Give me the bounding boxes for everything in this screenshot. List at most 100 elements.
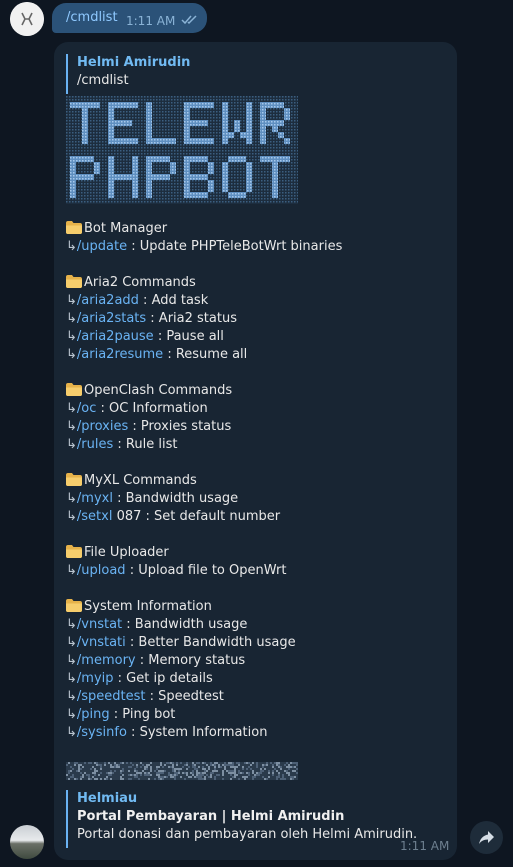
command-link[interactable]: /upload xyxy=(77,563,126,578)
banner-pixel xyxy=(70,192,76,198)
banner-pixel xyxy=(158,156,164,162)
folder-icon xyxy=(66,275,82,288)
outgoing-time: 1:11 AM xyxy=(126,14,176,28)
reply-quote[interactable]: Helmi Amirudin /cmdlist xyxy=(66,54,437,94)
banner-pixel xyxy=(76,174,82,180)
command-description: : Resume all xyxy=(163,347,248,362)
banner-pixel xyxy=(246,174,252,180)
section-header: System Information xyxy=(66,598,446,616)
return-arrow-icon: ↳ xyxy=(66,671,77,686)
banner-pixel xyxy=(190,174,196,180)
command-description: : Upload file to OpenWrt xyxy=(125,563,287,578)
banner-pixel xyxy=(82,102,88,108)
banner-pixel xyxy=(260,126,266,132)
banner-pixel xyxy=(146,120,152,126)
banner-pixel xyxy=(164,156,170,162)
banner-pixel xyxy=(246,132,252,138)
banner-pixel xyxy=(208,168,214,174)
banner-pixel xyxy=(202,156,208,162)
command-link[interactable]: /myip xyxy=(77,671,114,686)
link-preview-description: Portal donasi dan pembayaran oleh Helmi … xyxy=(77,827,418,842)
return-arrow-icon: ↳ xyxy=(66,653,77,668)
command-row: ↳/aria2resume : Resume all xyxy=(66,346,446,364)
command-description: : Ping bot xyxy=(109,707,176,722)
banner-pixel xyxy=(272,180,278,186)
command-link[interactable]: /aria2resume xyxy=(77,347,163,362)
command-link[interactable]: /update xyxy=(77,239,127,254)
command-link[interactable]: /aria2pause xyxy=(77,329,154,344)
return-arrow-icon: ↳ xyxy=(66,635,77,650)
command-link[interactable]: /oc xyxy=(77,401,96,416)
banner-pixel xyxy=(82,132,88,138)
banner-pixel xyxy=(146,102,152,108)
command-description: : Bandwidth usage xyxy=(122,617,248,632)
command-link[interactable]: /rules xyxy=(77,437,113,452)
banner-pixel xyxy=(94,162,100,168)
incoming-message[interactable]: Helmi Amirudin /cmdlist Bot Manager ↳/upd… xyxy=(54,42,457,860)
banner-pixel xyxy=(246,186,252,192)
banner-pixel xyxy=(146,192,152,198)
command-link[interactable]: /speedtest xyxy=(77,689,146,704)
command-row: ↳/ping : Ping bot xyxy=(66,706,446,724)
command-link[interactable]: /sysinfo xyxy=(77,725,127,740)
command-link[interactable]: /aria2stats xyxy=(77,311,146,326)
banner-pixel xyxy=(70,168,76,174)
command-description: : Better Bandwidth usage xyxy=(125,635,296,650)
banner-pixel xyxy=(222,132,228,138)
banner-pixel xyxy=(82,174,88,180)
banner-pixel xyxy=(196,192,202,198)
share-icon xyxy=(479,831,494,844)
folder-icon xyxy=(66,599,82,612)
section-title: OpenClash Commands xyxy=(84,383,233,398)
banner-pixel xyxy=(228,132,234,138)
banner-pixel xyxy=(260,114,266,120)
command-row: ↳/setxl 087 : Set default number xyxy=(66,508,446,526)
banner-pixel xyxy=(272,174,278,180)
command-row: ↳/aria2pause : Pause all xyxy=(66,328,446,346)
command-link[interactable]: /vnstat xyxy=(77,617,122,632)
command-description: : System Information xyxy=(126,725,268,740)
command-link[interactable]: /myxl xyxy=(77,491,113,506)
banner-pixel xyxy=(132,138,138,144)
folder-icon xyxy=(66,221,82,234)
command-link[interactable]: /aria2add xyxy=(77,293,139,308)
command-description: 087 : Set default number xyxy=(112,509,281,524)
banner-pixel xyxy=(184,180,190,186)
command-description: : Update PHPTeleBotWrt binaries xyxy=(127,239,343,254)
banner-pixel xyxy=(260,102,266,108)
banner-pixel xyxy=(108,126,114,132)
outgoing-message[interactable]: /cmdlist 1:11 AM xyxy=(52,3,207,33)
banner-pixel xyxy=(120,138,126,144)
banner-pixel xyxy=(272,186,278,192)
banner-pixel xyxy=(222,108,228,114)
banner-pixel xyxy=(70,156,76,162)
banner-pixel xyxy=(208,138,214,144)
sender-avatar[interactable] xyxy=(10,825,44,859)
banner-pixel xyxy=(70,180,76,186)
banner-pixel xyxy=(88,156,94,162)
banner-pixel xyxy=(108,132,114,138)
command-link[interactable]: /memory xyxy=(77,653,136,668)
bot-avatar[interactable] xyxy=(10,2,44,36)
command-link[interactable]: /vnstati xyxy=(77,635,126,650)
command-link[interactable]: /setxl xyxy=(77,509,113,524)
banner-pixel xyxy=(246,102,252,108)
banner-pixel xyxy=(132,174,138,180)
command-description: : Proxies status xyxy=(128,419,232,434)
share-button[interactable] xyxy=(470,821,503,854)
banner-pixel xyxy=(202,120,208,126)
folder-icon xyxy=(66,473,82,486)
banner-pixel xyxy=(152,138,158,144)
banner-pixel xyxy=(70,174,76,180)
banner-pixel xyxy=(132,180,138,186)
command-link[interactable]: /ping xyxy=(77,707,110,722)
banner-pixel xyxy=(278,156,284,162)
banner-pixel xyxy=(228,156,234,162)
banner-pixel xyxy=(196,120,202,126)
command-row: ↳/rules : Rule list xyxy=(66,436,446,454)
command-link[interactable]: /proxies xyxy=(77,419,128,434)
link-preview[interactable]: Helmiau Portal Pembayaran | Helmi Amirud… xyxy=(66,790,447,848)
banner-pixel xyxy=(184,192,190,198)
banner-pixel xyxy=(284,114,290,120)
